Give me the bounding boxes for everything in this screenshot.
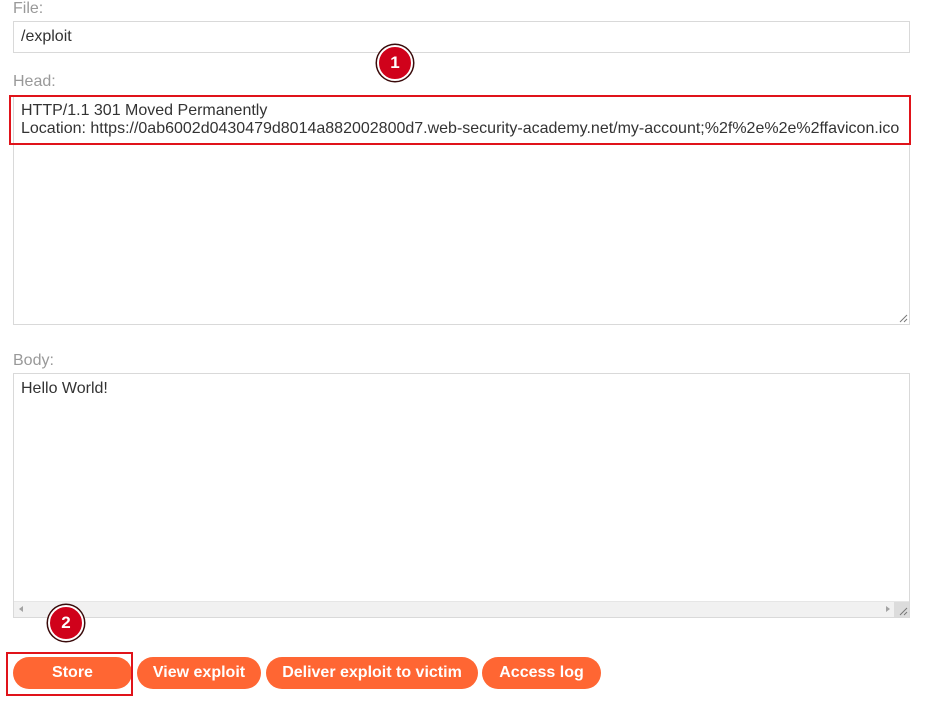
body-text: Hello World! xyxy=(21,380,108,397)
resize-grip-icon[interactable] xyxy=(898,606,908,616)
body-label: Body: xyxy=(13,352,54,369)
horizontal-scrollbar[interactable] xyxy=(14,601,909,617)
annotation-badge-2: 2 xyxy=(48,605,84,641)
annotation-badge-1: 1 xyxy=(377,45,413,81)
view-exploit-button[interactable]: View exploit xyxy=(137,657,261,689)
scrollbar-corner xyxy=(894,602,909,617)
resize-grip-icon[interactable] xyxy=(898,313,908,323)
body-textarea[interactable]: Hello World! xyxy=(13,373,910,618)
head-label: Head: xyxy=(13,73,56,90)
scroll-left-arrow-icon[interactable] xyxy=(19,606,23,612)
annotation-highlight-store xyxy=(6,652,133,696)
file-label: File: xyxy=(13,0,44,17)
file-input[interactable]: /exploit xyxy=(13,21,910,53)
access-log-button[interactable]: Access log xyxy=(482,657,601,689)
scroll-right-arrow-icon[interactable] xyxy=(886,606,890,612)
exploit-server-form: File: /exploit Head: HTTP/1.1 301 Moved … xyxy=(0,0,926,712)
deliver-exploit-button[interactable]: Deliver exploit to victim xyxy=(266,657,478,689)
annotation-highlight-head xyxy=(9,95,911,145)
